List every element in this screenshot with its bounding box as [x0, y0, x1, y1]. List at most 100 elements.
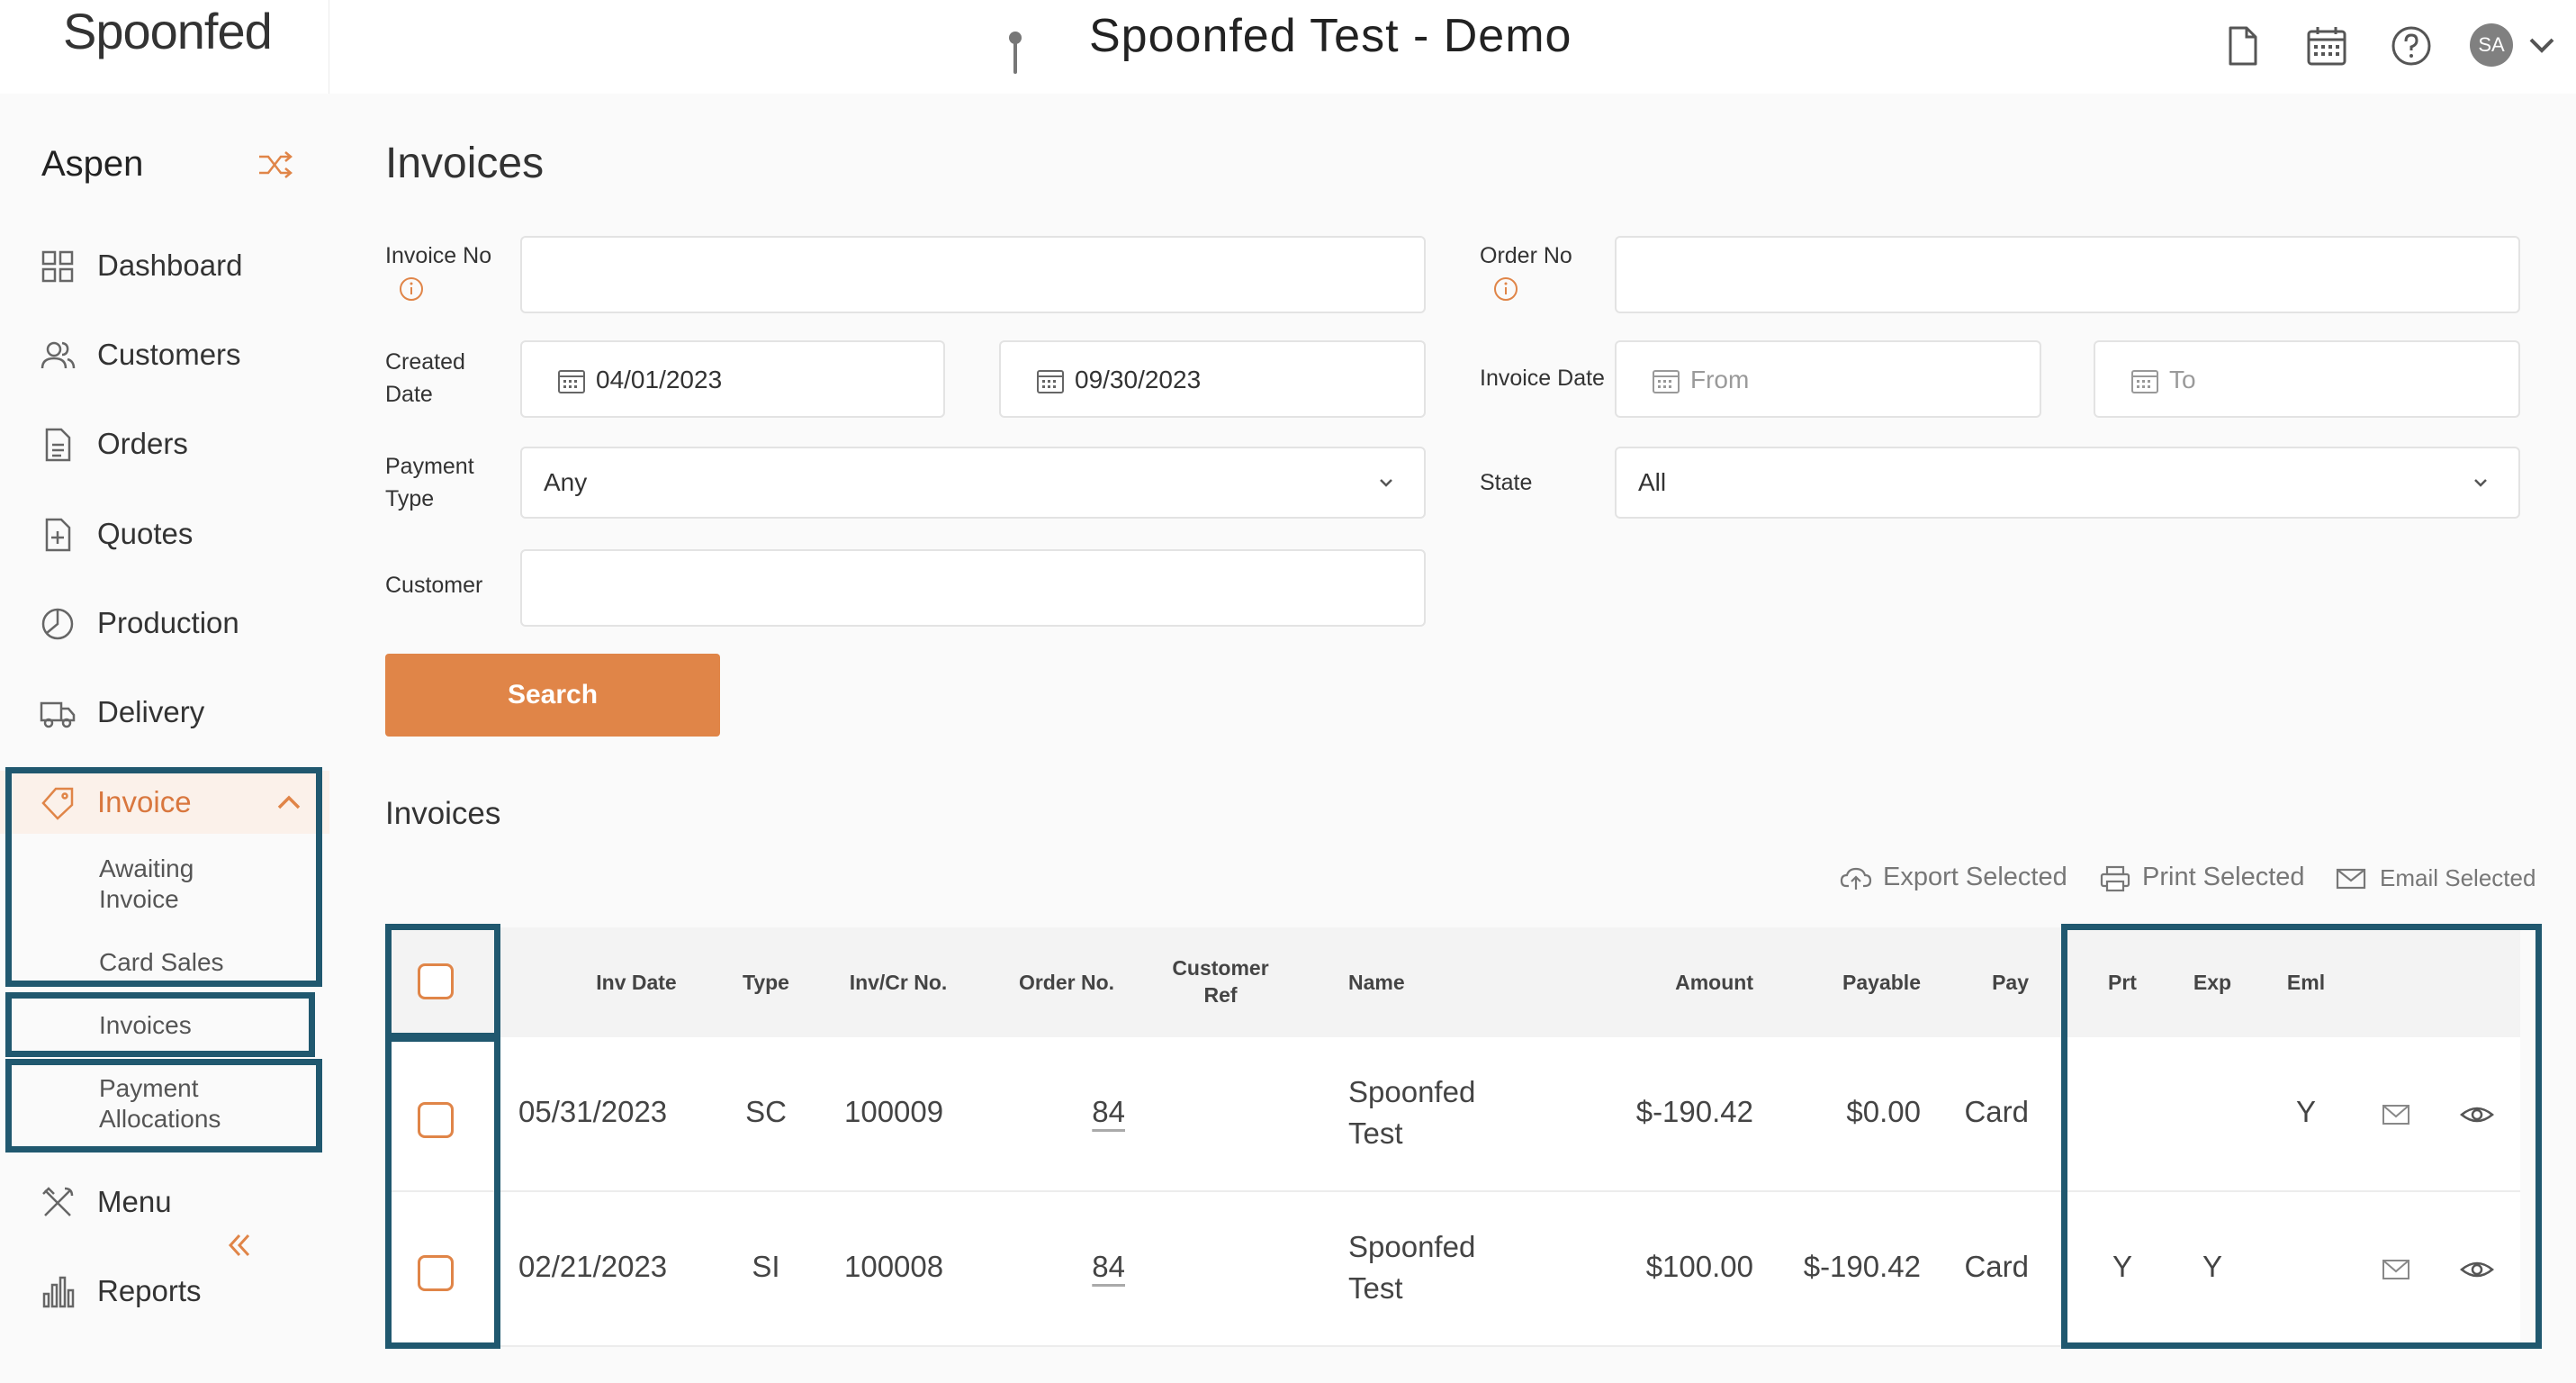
order-no-input[interactable]	[1615, 236, 2520, 313]
cell-inv-no: 100008	[844, 1250, 944, 1283]
chevron-down-icon[interactable]	[2524, 27, 2560, 63]
cell-pay: Card	[1964, 1250, 2029, 1283]
sidebar-item-label: Reports	[97, 1274, 202, 1307]
info-icon[interactable]	[1492, 276, 1519, 303]
sidebar-item-customers[interactable]: Customers	[0, 323, 329, 386]
info-icon[interactable]	[398, 276, 425, 303]
created-date-from-input[interactable]: 04/01/2023	[520, 340, 945, 418]
order-no-label: Order No	[1480, 243, 1572, 268]
highlight-status-columns	[2061, 924, 2542, 1349]
customer-label: Customer	[385, 573, 483, 598]
shuffle-icon[interactable]	[257, 149, 293, 180]
created-date-to-input[interactable]: 09/30/2023	[999, 340, 1426, 418]
invoice-no-label: Invoice No	[385, 243, 492, 268]
utensils-icon	[42, 1187, 74, 1216]
highlight-invoice-group	[5, 767, 322, 987]
created-date-label: Created Date	[385, 349, 465, 407]
col-inv-date[interactable]: Inv Date	[569, 969, 704, 996]
invoice-date-from-input[interactable]: From	[1615, 340, 2041, 418]
cloud-upload-icon	[1840, 867, 1872, 890]
calendar-icon	[2131, 370, 2158, 393]
chevron-down-icon	[1380, 479, 1392, 487]
state-label: State	[1480, 470, 1533, 495]
sidebar-item-label: Quotes	[97, 517, 194, 550]
brand-name: Aspen	[41, 144, 144, 184]
cell-inv-date: 05/31/2023	[518, 1095, 668, 1128]
grid-icon	[41, 250, 74, 283]
col-type[interactable]: Type	[725, 969, 806, 996]
sidebar-item-label: Production	[97, 606, 239, 639]
sidebar-item-production[interactable]: Production	[0, 592, 329, 655]
col-name[interactable]: Name	[1348, 969, 1405, 996]
search-button[interactable]: Search	[385, 654, 720, 737]
cell-pay: Card	[1964, 1095, 2029, 1128]
calendar-icon[interactable]	[2304, 23, 2349, 68]
calendar-icon	[558, 370, 585, 393]
cell-inv-no: 100009	[844, 1095, 944, 1128]
section-title: Invoices	[385, 796, 501, 831]
payment-type-select[interactable]: Any	[520, 447, 1426, 519]
order-link[interactable]: 84	[1080, 1091, 1125, 1133]
highlight-invoices-item	[5, 992, 315, 1057]
document-icon[interactable]	[2220, 23, 2265, 68]
state-select[interactable]: All	[1615, 447, 2520, 519]
truck-icon	[40, 701, 76, 728]
sidebar-item-orders[interactable]: Orders	[0, 412, 329, 475]
cell-inv-date: 02/21/2023	[518, 1250, 668, 1283]
calendar-icon	[1653, 370, 1680, 393]
cell-name: Spoonfed Test	[1348, 1075, 1476, 1150]
highlight-payment-allocations	[5, 1059, 322, 1152]
sidebar-item-reports[interactable]: Reports	[0, 1260, 329, 1323]
col-order-no[interactable]: Order No.	[1008, 969, 1125, 996]
pie-icon	[41, 608, 74, 640]
col-customer-ref[interactable]: Customer Ref	[1157, 954, 1283, 1008]
customer-input[interactable]	[520, 549, 1426, 627]
bar-chart-icon	[42, 1276, 75, 1308]
cell-payable: $0.00	[1846, 1095, 1921, 1128]
cell-name: Spoonfed Test	[1348, 1230, 1476, 1305]
chevron-down-icon	[2474, 479, 2487, 487]
invoice-date-to-input[interactable]: To	[2094, 340, 2520, 418]
highlight-row-checkboxes	[385, 1035, 500, 1349]
sidebar-item-delivery[interactable]: Delivery	[0, 681, 329, 744]
highlight-select-all	[385, 924, 500, 1039]
invoice-date-label: Invoice Date	[1480, 366, 1605, 391]
sidebar: Aspen Dashboard Customers Orders Quotes …	[0, 94, 329, 1383]
users-icon	[41, 341, 76, 369]
logo-area: Spoonfed	[0, 0, 329, 94]
sidebar-item-label: Orders	[97, 427, 188, 460]
col-amount[interactable]: Amount	[1627, 969, 1753, 996]
page-title: Invoices	[385, 140, 545, 187]
document-plus-icon	[45, 518, 71, 552]
cell-type: SI	[752, 1250, 780, 1283]
sidebar-item-quotes[interactable]: Quotes	[0, 502, 329, 565]
help-icon[interactable]	[2389, 23, 2434, 68]
print-selected-button[interactable]: Print Selected	[2142, 863, 2305, 892]
collapse-sidebar-icon[interactable]	[221, 1230, 257, 1261]
calendar-icon	[1037, 370, 1064, 393]
cell-amount: $-190.42	[1635, 1095, 1753, 1128]
app-title: Spoonfed Test - Demo	[1089, 10, 1572, 62]
sidebar-item-label: Delivery	[97, 695, 205, 728]
export-selected-button[interactable]: Export Selected	[1883, 863, 2067, 892]
document-icon	[45, 428, 71, 462]
logo[interactable]: Spoonfed	[63, 2, 273, 60]
order-link[interactable]: 84	[1080, 1246, 1125, 1288]
cell-type: SC	[745, 1095, 787, 1128]
avatar[interactable]: SA	[2470, 23, 2513, 67]
invoice-no-input[interactable]	[520, 236, 1426, 313]
col-payable[interactable]: Payable	[1822, 969, 1921, 996]
cell-amount: $100.00	[1645, 1250, 1753, 1283]
email-selected-button[interactable]: Email Selected	[2380, 864, 2535, 892]
sidebar-item-label: Customers	[97, 338, 241, 371]
sidebar-item-label: Dashboard	[97, 249, 243, 282]
payment-type-label: Payment Type	[385, 454, 474, 511]
sidebar-item-label: Menu	[97, 1185, 172, 1218]
col-inv-no[interactable]: Inv/Cr No.	[835, 969, 961, 996]
col-pay[interactable]: Pay	[1966, 969, 2029, 996]
mail-icon	[2336, 868, 2366, 890]
sidebar-item-menu[interactable]: Menu	[0, 1171, 329, 1234]
printer-icon	[2100, 865, 2130, 892]
sidebar-item-dashboard[interactable]: Dashboard	[0, 234, 329, 297]
pin-icon	[1009, 32, 1022, 74]
